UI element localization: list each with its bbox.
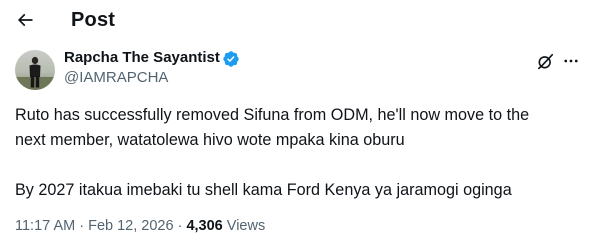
post-text: Ruto has successfully removed Sifuna fro… — [15, 103, 595, 203]
post-metadata: 11:17 AM · Feb 12, 2026 · 4,306 Views — [15, 218, 265, 234]
post-text-line: next member, watatolewa hivo wote mpaka … — [15, 131, 405, 149]
back-button[interactable] — [10, 6, 40, 34]
grok-button[interactable] — [534, 50, 556, 72]
post-text-line: Ruto has successfully removed Sifuna fro… — [15, 106, 530, 124]
more-icon — [564, 59, 578, 63]
post-page: Post Rapcha The Sayantist @IAMRAPCHA Rut… — [0, 0, 609, 251]
more-options-button[interactable] — [560, 50, 582, 72]
back-arrow-icon — [17, 13, 33, 27]
separator-dot: · — [173, 218, 187, 234]
views-label: Views — [222, 218, 266, 234]
page-title: Post — [71, 9, 116, 31]
post-text-line: By 2027 itakua imebaki tu shell kama For… — [15, 181, 512, 199]
top-bar: Post — [0, 0, 609, 40]
verified-badge-icon — [223, 51, 239, 67]
avatar[interactable] — [15, 50, 55, 90]
post-date[interactable]: Feb 12, 2026 — [88, 218, 173, 234]
author-handle[interactable]: @IAMRAPCHA — [64, 69, 168, 86]
author-name[interactable]: Rapcha The Sayantist — [64, 49, 220, 66]
separator-dot: · — [75, 218, 89, 234]
post-time[interactable]: 11:17 AM — [15, 218, 75, 234]
views-count: 4,306 — [186, 218, 223, 234]
avatar-image — [15, 50, 55, 90]
grok-icon — [537, 53, 553, 69]
